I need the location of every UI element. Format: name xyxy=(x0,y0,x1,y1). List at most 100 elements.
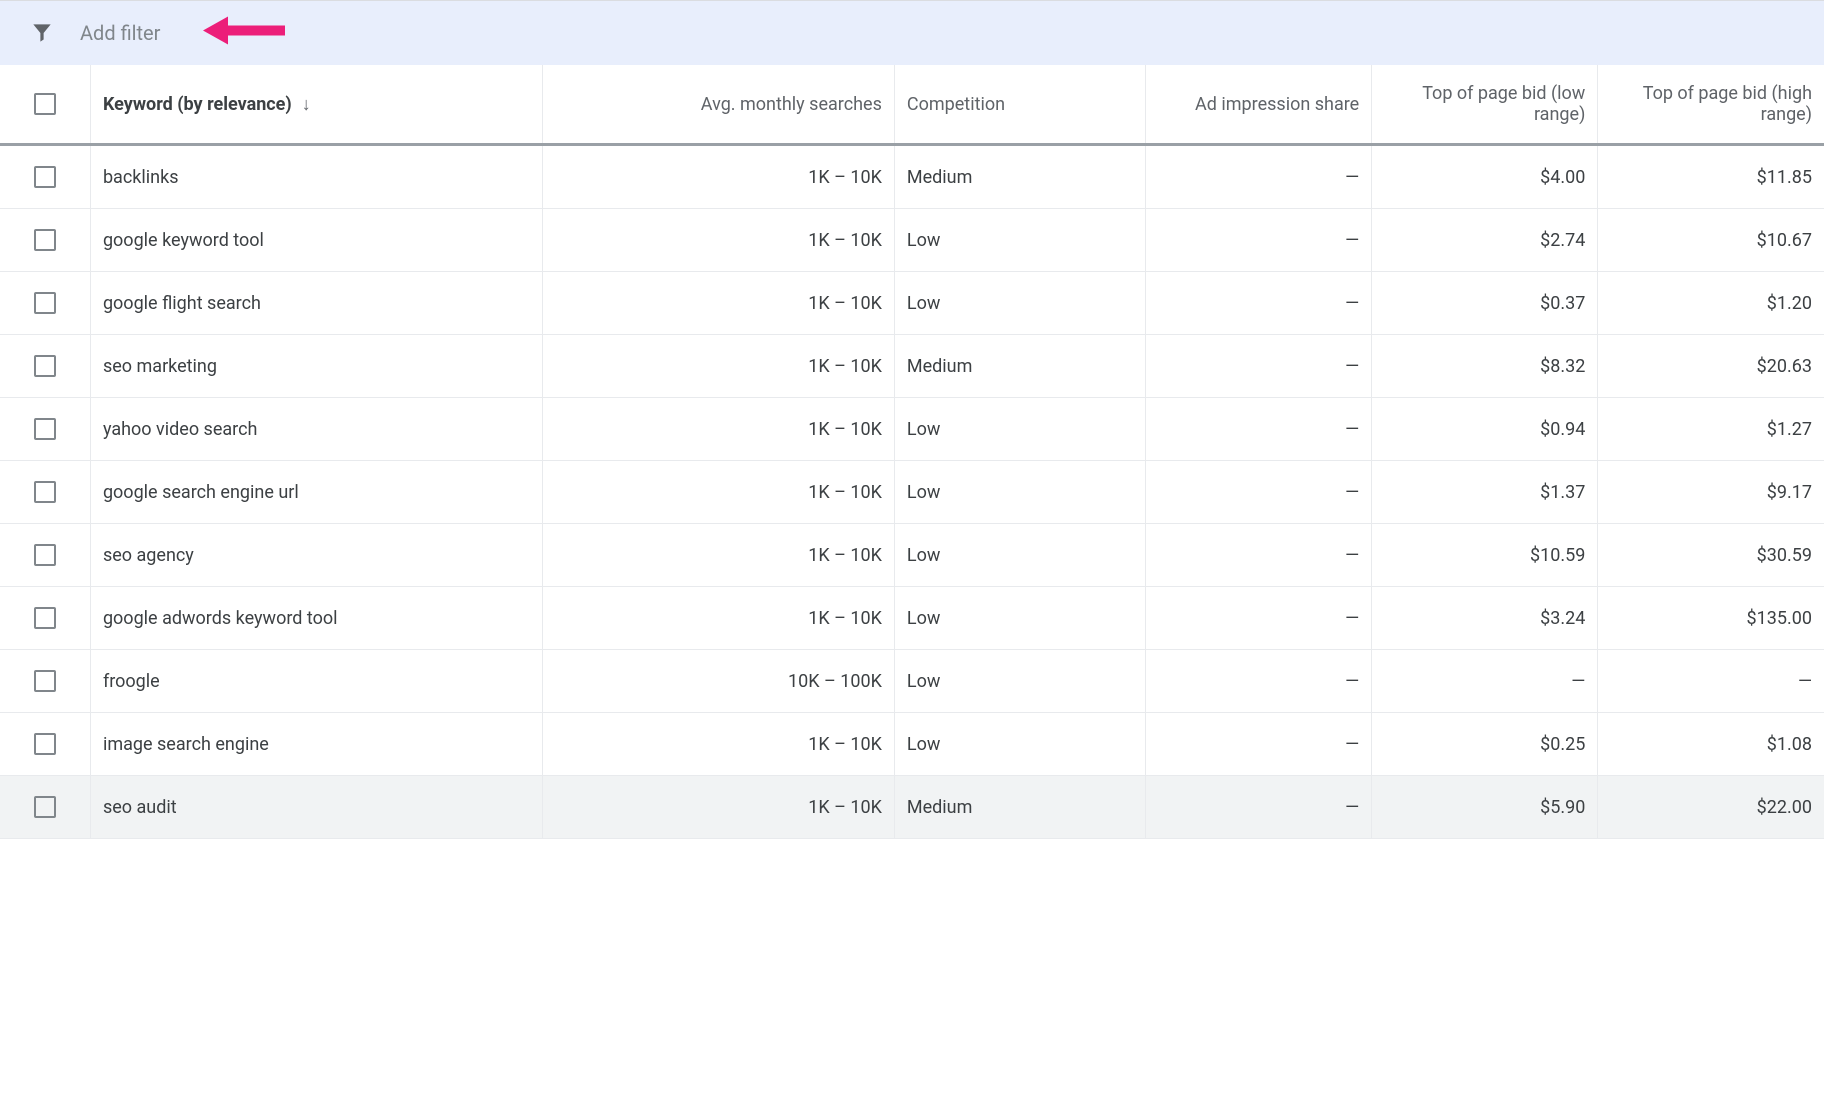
row-checkbox-cell xyxy=(0,398,90,461)
sort-descending-icon: ↓ xyxy=(302,94,311,115)
bid-high-cell: $1.20 xyxy=(1598,272,1824,335)
bid-low-cell: $3.24 xyxy=(1372,587,1598,650)
bid-low-cell: $4.00 xyxy=(1372,145,1598,209)
bid-high-cell: $30.59 xyxy=(1598,524,1824,587)
column-label: Keyword (by relevance) xyxy=(103,94,292,115)
table-row: google flight search1K – 10KLow—$0.37$1.… xyxy=(0,272,1824,335)
table-row: image search engine1K – 10KLow—$0.25$1.0… xyxy=(0,713,1824,776)
table-row: google adwords keyword tool1K – 10KLow—$… xyxy=(0,587,1824,650)
row-checkbox-cell xyxy=(0,461,90,524)
searches-cell: 1K – 10K xyxy=(543,272,895,335)
column-header-keyword[interactable]: Keyword (by relevance) ↓ xyxy=(90,65,542,145)
table-row: seo audit1K – 10KMedium—$5.90$22.00 xyxy=(0,776,1824,839)
impression-cell: — xyxy=(1146,650,1372,713)
competition-cell: Low xyxy=(894,272,1145,335)
bid-high-cell: $1.08 xyxy=(1598,713,1824,776)
searches-cell: 1K – 10K xyxy=(543,209,895,272)
keyword-cell: seo agency xyxy=(90,524,542,587)
bid-high-cell: $10.67 xyxy=(1598,209,1824,272)
select-all-checkbox[interactable] xyxy=(34,93,56,115)
row-checkbox[interactable] xyxy=(34,670,56,692)
competition-cell: Low xyxy=(894,650,1145,713)
impression-cell: — xyxy=(1146,209,1372,272)
bid-high-cell: $1.27 xyxy=(1598,398,1824,461)
row-checkbox[interactable] xyxy=(34,544,56,566)
bid-low-cell: $0.94 xyxy=(1372,398,1598,461)
filter-icon[interactable] xyxy=(28,19,56,47)
row-checkbox[interactable] xyxy=(34,166,56,188)
bid-low-cell: $2.74 xyxy=(1372,209,1598,272)
bid-low-cell: $10.59 xyxy=(1372,524,1598,587)
searches-cell: 1K – 10K xyxy=(543,524,895,587)
keyword-cell: backlinks xyxy=(90,145,542,209)
bid-low-cell: $8.32 xyxy=(1372,335,1598,398)
impression-cell: — xyxy=(1146,776,1372,839)
competition-cell: Medium xyxy=(894,776,1145,839)
bid-high-cell: — xyxy=(1598,650,1824,713)
searches-cell: 1K – 10K xyxy=(543,776,895,839)
keyword-cell: google adwords keyword tool xyxy=(90,587,542,650)
competition-cell: Medium xyxy=(894,145,1145,209)
table-row: backlinks1K – 10KMedium—$4.00$11.85 xyxy=(0,145,1824,209)
impression-cell: — xyxy=(1146,524,1372,587)
competition-cell: Low xyxy=(894,713,1145,776)
row-checkbox-cell xyxy=(0,776,90,839)
impression-cell: — xyxy=(1146,335,1372,398)
column-header-impression[interactable]: Ad impression share xyxy=(1146,65,1372,145)
searches-cell: 1K – 10K xyxy=(543,461,895,524)
bid-low-cell: — xyxy=(1372,650,1598,713)
bid-high-cell: $11.85 xyxy=(1598,145,1824,209)
row-checkbox[interactable] xyxy=(34,481,56,503)
row-checkbox-cell xyxy=(0,335,90,398)
row-checkbox-cell xyxy=(0,713,90,776)
impression-cell: — xyxy=(1146,398,1372,461)
table-row: google keyword tool1K – 10KLow—$2.74$10.… xyxy=(0,209,1824,272)
keyword-cell: google search engine url xyxy=(90,461,542,524)
searches-cell: 1K – 10K xyxy=(543,713,895,776)
table-row: froogle10K – 100KLow——— xyxy=(0,650,1824,713)
bid-low-cell: $1.37 xyxy=(1372,461,1598,524)
column-header-bid-high[interactable]: Top of page bid (high range) xyxy=(1598,65,1824,145)
row-checkbox-cell xyxy=(0,650,90,713)
row-checkbox-cell xyxy=(0,272,90,335)
competition-cell: Low xyxy=(894,398,1145,461)
column-header-searches[interactable]: Avg. monthly searches xyxy=(543,65,895,145)
select-all-header xyxy=(0,65,90,145)
row-checkbox[interactable] xyxy=(34,292,56,314)
column-header-competition[interactable]: Competition xyxy=(894,65,1145,145)
row-checkbox[interactable] xyxy=(34,355,56,377)
searches-cell: 10K – 100K xyxy=(543,650,895,713)
row-checkbox[interactable] xyxy=(34,607,56,629)
add-filter-input[interactable]: Add filter xyxy=(80,21,160,45)
table-row: google search engine url1K – 10KLow—$1.3… xyxy=(0,461,1824,524)
row-checkbox[interactable] xyxy=(34,733,56,755)
row-checkbox[interactable] xyxy=(34,229,56,251)
keyword-cell: yahoo video search xyxy=(90,398,542,461)
impression-cell: — xyxy=(1146,272,1372,335)
searches-cell: 1K – 10K xyxy=(543,398,895,461)
competition-cell: Medium xyxy=(894,335,1145,398)
bid-high-cell: $22.00 xyxy=(1598,776,1824,839)
column-header-bid-low[interactable]: Top of page bid (low range) xyxy=(1372,65,1598,145)
row-checkbox-cell xyxy=(0,209,90,272)
competition-cell: Low xyxy=(894,461,1145,524)
row-checkbox-cell xyxy=(0,524,90,587)
table-header-row: Keyword (by relevance) ↓ Avg. monthly se… xyxy=(0,65,1824,145)
row-checkbox[interactable] xyxy=(34,418,56,440)
keyword-cell: seo marketing xyxy=(90,335,542,398)
keyword-cell: froogle xyxy=(90,650,542,713)
table-row: yahoo video search1K – 10KLow—$0.94$1.27 xyxy=(0,398,1824,461)
bid-high-cell: $9.17 xyxy=(1598,461,1824,524)
bid-low-cell: $5.90 xyxy=(1372,776,1598,839)
table-row: seo agency1K – 10KLow—$10.59$30.59 xyxy=(0,524,1824,587)
keyword-table: Keyword (by relevance) ↓ Avg. monthly se… xyxy=(0,65,1824,839)
bid-high-cell: $20.63 xyxy=(1598,335,1824,398)
keyword-cell: seo audit xyxy=(90,776,542,839)
bid-low-cell: $0.37 xyxy=(1372,272,1598,335)
annotation-arrow-icon xyxy=(200,7,290,60)
row-checkbox[interactable] xyxy=(34,796,56,818)
filter-bar: Add filter xyxy=(0,0,1824,65)
bid-low-cell: $0.25 xyxy=(1372,713,1598,776)
impression-cell: — xyxy=(1146,713,1372,776)
keyword-cell: google flight search xyxy=(90,272,542,335)
